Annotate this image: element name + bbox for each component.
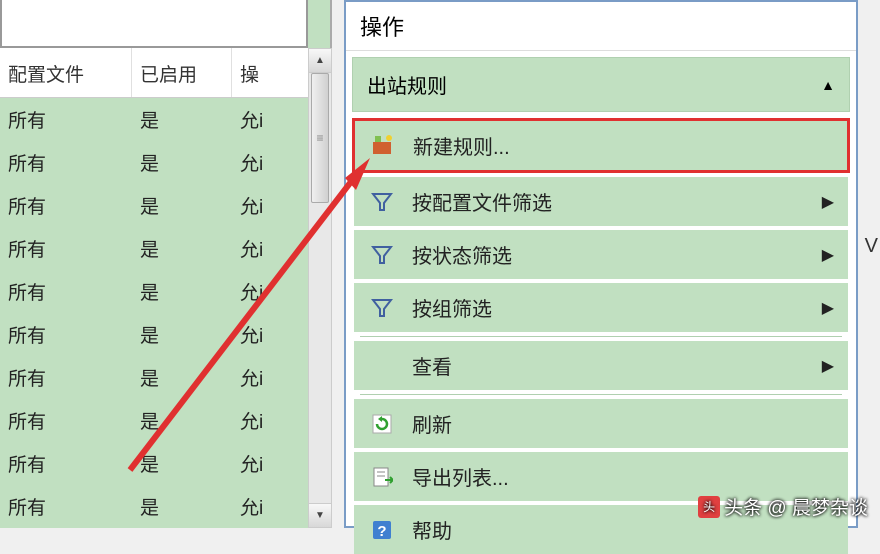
column-header-profile[interactable]: 配置文件 [0,48,132,97]
table-row[interactable]: 所有是允i [0,485,330,528]
table-blank-area [0,0,308,48]
filter-by-group-action[interactable]: 按组筛选 ▶ [354,283,848,332]
action-label: 帮助 [412,515,452,544]
partial-text: V [865,235,878,258]
new-rule-icon [369,134,397,158]
submenu-arrow-icon: ▶ [822,245,834,265]
table-row[interactable]: 所有是允i [0,141,330,184]
filter-by-profile-action[interactable]: 按配置文件筛选 ▶ [354,177,848,226]
table-body: 所有是允i 所有是允i 所有是允i 所有是允i 所有是允i 所有是允i 所有是允… [0,98,330,528]
svg-text:?: ? [377,523,386,540]
panel-title: 操作 [346,2,856,51]
section-outbound-rules[interactable]: 出站规则 ▲ [352,57,850,112]
help-icon: ? [368,518,396,542]
watermark-text: 头条 @ 晨梦杂谈 [724,493,868,520]
action-label: 按配置文件筛选 [412,187,552,216]
action-label: 导出列表... [412,462,509,491]
submenu-arrow-icon: ▶ [822,356,834,376]
table-header-row: 配置文件 已启用 操 [0,48,330,98]
table-row[interactable]: 所有是允i [0,313,330,356]
rules-table-panel: 配置文件 已启用 操 所有是允i 所有是允i 所有是允i 所有是允i 所有是允i… [0,0,332,528]
watermark: 头 头条 @ 晨梦杂谈 [698,493,868,520]
table-row[interactable]: 所有是允i [0,399,330,442]
filter-by-state-action[interactable]: 按状态筛选 ▶ [354,230,848,279]
divider [360,336,842,337]
table-row[interactable]: 所有是允i [0,442,330,485]
watermark-logo-icon: 头 [698,496,720,518]
table-row[interactable]: 所有是允i [0,184,330,227]
action-label: 刷新 [412,409,452,438]
divider [360,394,842,395]
action-label: 按状态筛选 [412,240,512,269]
filter-icon [368,243,396,267]
filter-icon [368,296,396,320]
new-rule-action[interactable]: 新建规则... [352,118,850,173]
submenu-arrow-icon: ▶ [822,192,834,212]
blank-icon [368,354,396,378]
refresh-action[interactable]: 刷新 [354,399,848,448]
action-label: 新建规则... [413,131,510,160]
view-action[interactable]: 查看 ▶ [354,341,848,390]
table-row[interactable]: 所有是允i [0,270,330,313]
actions-panel: 操作 出站规则 ▲ 新建规则... 按配置文件筛选 ▶ 按状态筛选 ▶ 按组筛选… [344,0,858,528]
table-row[interactable]: 所有是允i [0,98,330,141]
scroll-down-button[interactable]: ▼ [309,503,331,527]
table-row[interactable]: 所有是允i [0,227,330,270]
filter-icon [368,190,396,214]
action-label: 查看 [412,351,452,380]
refresh-icon [368,412,396,436]
export-icon [368,465,396,489]
scroll-thumb[interactable] [311,73,329,203]
scroll-up-button[interactable]: ▲ [309,49,331,73]
section-label: 出站规则 [367,70,447,99]
table-row[interactable]: 所有是允i [0,356,330,399]
vertical-scrollbar[interactable]: ▲ ▼ [308,48,332,528]
collapse-icon: ▲ [821,77,835,93]
submenu-arrow-icon: ▶ [822,298,834,318]
column-header-enabled[interactable]: 已启用 [132,48,232,97]
action-label: 按组筛选 [412,293,492,322]
